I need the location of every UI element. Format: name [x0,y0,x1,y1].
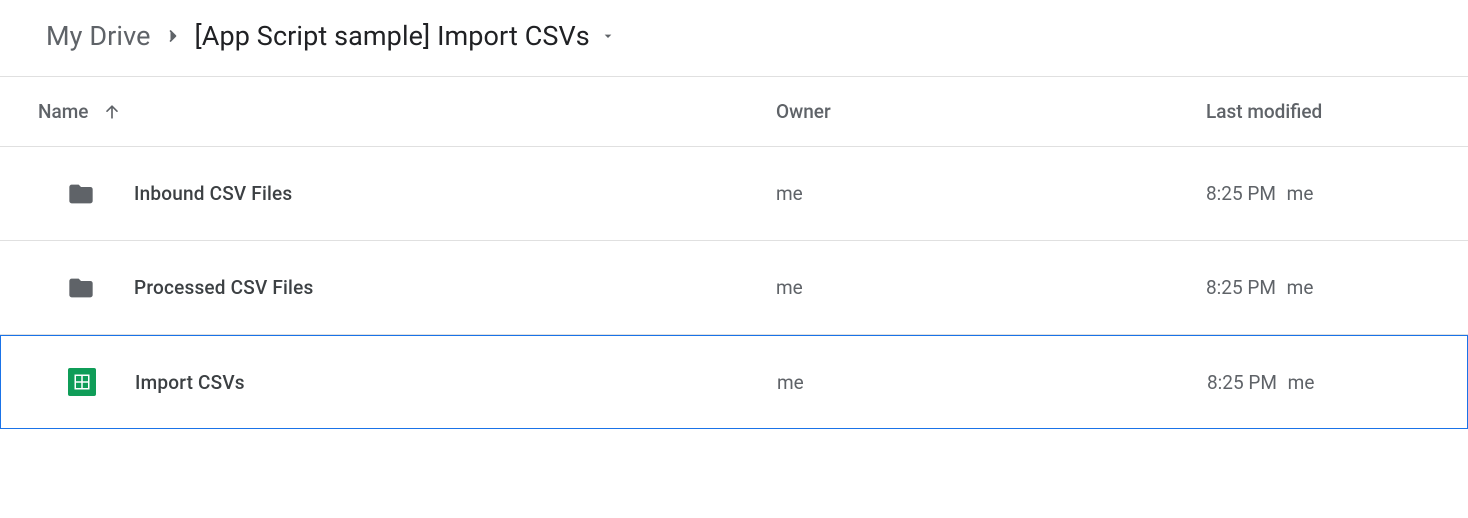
header-name[interactable]: Name [38,100,776,123]
list-item[interactable]: Import CSVs me 8:25 PM me [0,335,1468,429]
file-modified: 8:25 PM me [1207,371,1443,394]
breadcrumb-root[interactable]: My Drive [46,20,151,52]
breadcrumb-current-label: [App Script sample] Import CSVs [195,20,590,52]
list-item[interactable]: Processed CSV Files me 8:25 PM me [0,241,1468,335]
breadcrumb-current[interactable]: [App Script sample] Import CSVs [195,20,616,52]
folder-icon [64,274,98,302]
folder-icon [64,180,98,208]
list-header: Name Owner Last modified [0,77,1468,147]
file-name: Processed CSV Files [134,276,313,299]
header-modified[interactable]: Last modified [1206,100,1444,123]
file-owner: me [777,371,1207,394]
caret-down-icon[interactable] [600,28,616,44]
file-modified: 8:25 PM me [1206,182,1444,205]
header-owner[interactable]: Owner [776,100,1206,123]
header-name-label: Name [38,100,88,123]
file-owner: me [776,182,1206,205]
chevron-right-icon [163,26,183,46]
list-item[interactable]: Inbound CSV Files me 8:25 PM me [0,147,1468,241]
file-name: Import CSVs [135,371,245,394]
file-modified: 8:25 PM me [1206,276,1444,299]
file-name: Inbound CSV Files [134,182,292,205]
file-owner: me [776,276,1206,299]
arrow-up-icon[interactable] [102,102,122,122]
breadcrumb: My Drive [App Script sample] Import CSVs [0,20,1468,76]
sheets-icon [65,368,99,396]
